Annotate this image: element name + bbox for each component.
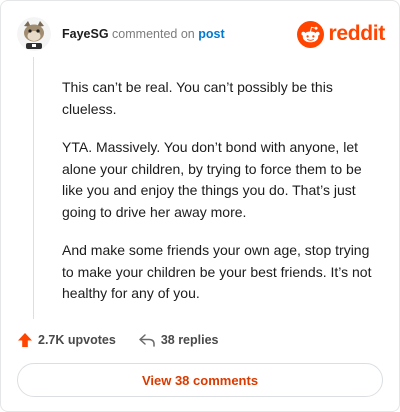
upvote-arrow-icon	[18, 333, 32, 347]
replies-button[interactable]: 38 replies	[138, 332, 219, 348]
comment-header: FayeSG commented on post reddit	[17, 17, 385, 51]
avatar-icon	[17, 17, 51, 51]
comment-actions: 2.7K upvotes 38 replies	[17, 329, 385, 351]
comment-paragraph: This can’t be real. You can’t possibly b…	[62, 79, 333, 117]
reddit-logo-icon	[297, 20, 325, 48]
upvote-count: 2.7K upvotes	[38, 333, 116, 347]
thread-line[interactable]	[33, 57, 34, 319]
action-text: commented on	[112, 27, 195, 41]
comment-meta: FayeSG commented on post	[62, 27, 225, 41]
reply-arrow-icon	[139, 334, 155, 347]
comment-paragraph: And make some friends your own age, stop…	[62, 242, 372, 301]
comment-card: FayeSG commented on post reddit This can…	[0, 0, 400, 412]
reddit-wordmark: reddit	[328, 22, 385, 45]
upvote-button[interactable]: 2.7K upvotes	[17, 332, 116, 348]
post-link[interactable]: post	[198, 27, 224, 41]
view-comments-button[interactable]: View 38 comments	[17, 363, 383, 397]
comment-body: This can’t be real. You can’t possibly b…	[62, 77, 380, 322]
reddit-brand[interactable]: reddit	[297, 19, 385, 49]
comment-paragraph: YTA. Massively. You don’t bond with anyo…	[62, 139, 362, 220]
reply-count: 38 replies	[160, 333, 219, 347]
user-avatar[interactable]	[17, 17, 51, 51]
username-link[interactable]: FayeSG	[62, 27, 109, 41]
